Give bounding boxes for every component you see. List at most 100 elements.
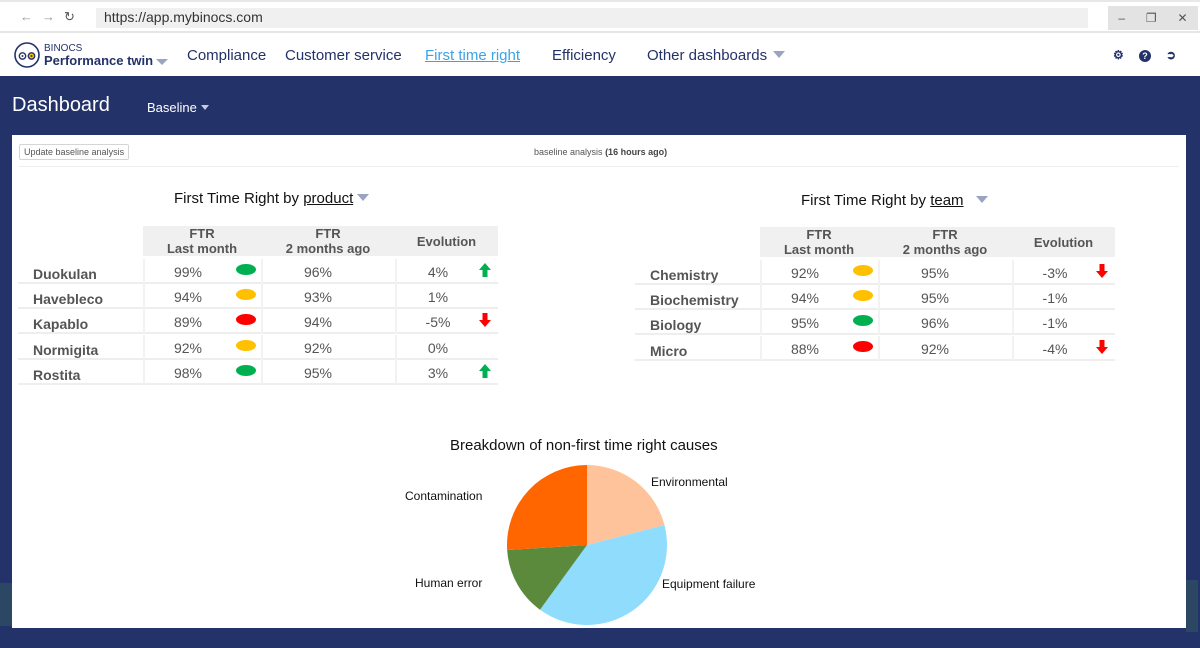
team-group-selector[interactable]: team: [930, 192, 963, 209]
cell-separator: [760, 260, 762, 285]
table-row: Chemistry 92% 95% -3%: [635, 260, 1115, 285]
ftr-2-months-ago: 95%: [920, 290, 950, 307]
header-ftr-last-month: FTR Last month: [143, 226, 261, 256]
dashboard-card: Update baseline analysis baseline analys…: [12, 135, 1186, 628]
product-name: Performance twin: [44, 53, 154, 68]
table-row: Rostita 98% 95% 3%: [18, 359, 498, 385]
header-line: FTR: [189, 226, 215, 241]
evolution-value: 0%: [427, 339, 449, 356]
status-dot-green: [853, 315, 873, 327]
ftr-last-month: 94%: [173, 289, 203, 306]
ftr-last-month: 98%: [173, 364, 203, 381]
cell-separator: [143, 359, 145, 385]
status-time: (16 hours ago): [605, 147, 668, 157]
update-baseline-button[interactable]: Update baseline analysis: [19, 144, 130, 160]
caret-down-icon[interactable]: [975, 196, 988, 203]
header-line: 2 months ago: [285, 241, 371, 256]
trend-down-arrow-icon: [1096, 339, 1108, 354]
header-line: Last month: [166, 241, 238, 256]
scenario-dropdown[interactable]: Baseline: [147, 100, 209, 115]
cell-separator: [395, 334, 397, 360]
evolution-value: -3%: [1042, 265, 1068, 281]
status-dot-amber: [853, 290, 873, 302]
status-dot-amber: [853, 265, 873, 276]
gear-icon[interactable]: ⚙: [1113, 48, 1124, 62]
cell-separator: [143, 259, 145, 284]
nav-customer-service[interactable]: Customer service: [285, 47, 402, 64]
browser-toolbar: ← → ↻ https://app.mybinocs.com – ❐ ✕: [0, 0, 1200, 33]
pie-chart-title: Breakdown of non-first time right causes: [450, 437, 718, 454]
caret-down-icon: [773, 51, 786, 58]
ftr-last-month: 92%: [173, 339, 203, 356]
arrow-left-icon[interactable]: ←: [20, 9, 33, 24]
header-line: FTR: [315, 226, 341, 241]
product-group-selector[interactable]: product: [303, 190, 353, 207]
header-evolution: Evolution: [1033, 235, 1094, 250]
pie-label-human-error: Human error: [415, 576, 483, 590]
reload-icon[interactable]: ↻: [64, 9, 75, 25]
header-ftr-last-month: FTR Last month: [760, 227, 878, 257]
ftr-2-months-ago: 95%: [303, 364, 333, 381]
caret-down-icon: [156, 58, 169, 65]
status-dot-green: [236, 364, 256, 376]
left-edge-panel: [0, 583, 12, 626]
header-evolution: Evolution: [416, 234, 477, 249]
right-edge-panel: [1186, 580, 1198, 632]
caret-down-icon: [200, 105, 209, 110]
row-name: Normigita: [33, 341, 99, 358]
app-header: BINOCS Performance twin Compliance Custo…: [0, 33, 1200, 76]
ftr-2-months-ago: 92%: [920, 340, 950, 357]
close-icon[interactable]: ✕: [1178, 11, 1188, 25]
table-header: FTR Last month FTR 2 months ago Evolution: [143, 226, 498, 256]
row-name: Chemistry: [650, 267, 719, 283]
table-header: FTR Last month FTR 2 months ago Evolution: [760, 227, 1115, 257]
cell-separator: [143, 309, 145, 335]
pie-slice-contamination: [507, 465, 587, 551]
nav-efficiency[interactable]: Efficiency: [552, 47, 616, 64]
cell-separator: [878, 285, 880, 311]
nav-first-time-right[interactable]: First time right: [425, 47, 520, 64]
row-name: Duokulan: [33, 266, 97, 282]
header-line: Last month: [783, 242, 855, 257]
evolution-value: -1%: [1042, 290, 1068, 307]
help-icon[interactable]: ?: [1139, 50, 1151, 62]
binocs-logo-icon[interactable]: [14, 42, 40, 68]
evolution-value: -4%: [1042, 340, 1068, 357]
minimize-icon[interactable]: –: [1118, 11, 1125, 25]
evolution-value: -5%: [425, 314, 451, 331]
product-ftr-table: FTR Last month FTR 2 months ago Evolution Duo…: [18, 226, 498, 386]
nav-compliance[interactable]: Compliance: [187, 47, 266, 64]
ftr-last-month: 92%: [790, 265, 820, 281]
header-ftr-2-months-ago: FTR 2 months ago: [878, 227, 1012, 257]
row-name: Biology: [650, 317, 702, 334]
cell-separator: [760, 310, 762, 336]
ftr-last-month: 89%: [173, 314, 203, 331]
nav-other-dashboards-label: Other dashboards: [647, 47, 768, 64]
restore-icon[interactable]: ❐: [1146, 11, 1157, 25]
header-line: FTR: [932, 227, 958, 242]
ftr-last-month: 99%: [173, 264, 203, 280]
ftr-2-months-ago: 93%: [303, 289, 333, 306]
header-ftr-2-months-ago: FTR 2 months ago: [261, 226, 395, 256]
cell-separator: [760, 335, 762, 361]
cell-separator: [1012, 260, 1014, 285]
nav-other-dashboards[interactable]: Other dashboards: [647, 47, 786, 64]
status-dot-green: [236, 264, 256, 275]
trend-up-arrow-icon: [479, 263, 491, 277]
address-bar[interactable]: https://app.mybinocs.com: [96, 8, 1088, 28]
cell-separator: [1012, 310, 1014, 336]
ftr-2-months-ago: 92%: [303, 339, 333, 356]
table-row: Micro 88% 92% -4%: [635, 335, 1115, 361]
pie-label-equipment-failure: Equipment failure: [662, 577, 756, 591]
trend-down-arrow-icon: [479, 313, 491, 328]
team-title-prefix: First Time Right by: [801, 192, 927, 209]
cell-separator: [1012, 335, 1014, 361]
table-row: Biology 95% 96% -1%: [635, 310, 1115, 336]
logout-icon[interactable]: ➲: [1166, 48, 1176, 62]
table-row: Normigita 92% 92% 0%: [18, 334, 498, 360]
product-switcher[interactable]: Performance twin: [44, 53, 169, 68]
ftr-2-months-ago: 96%: [303, 264, 333, 280]
caret-down-icon[interactable]: [357, 194, 370, 201]
arrow-right-icon[interactable]: →: [42, 9, 55, 24]
cell-separator: [261, 284, 263, 310]
